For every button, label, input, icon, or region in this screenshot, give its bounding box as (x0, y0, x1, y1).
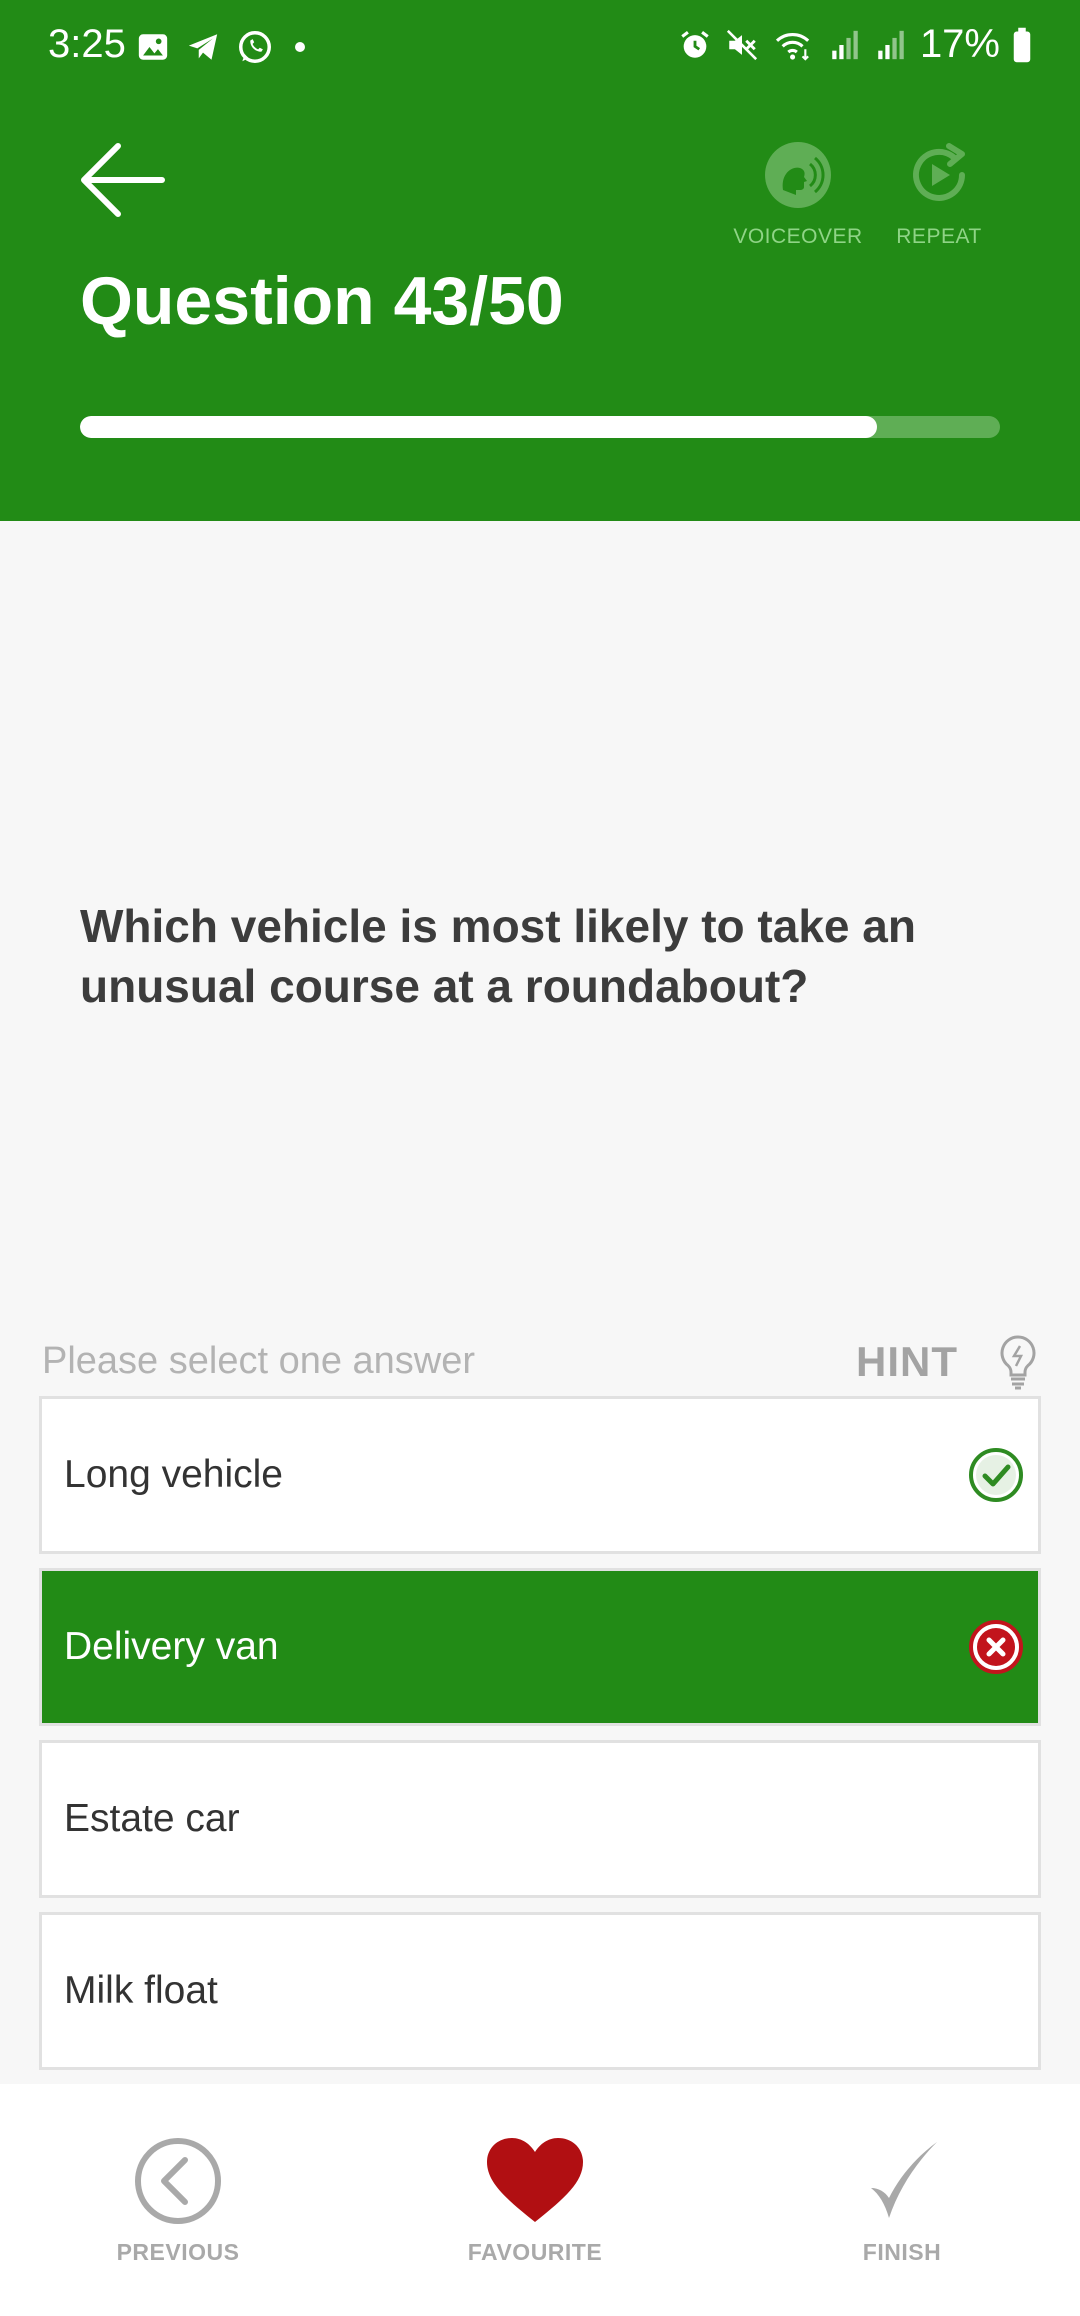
voiceover-label: VOICEOVER (733, 225, 863, 248)
favourite-label: FAVOURITE (467, 2239, 603, 2265)
select-prompt: Please select one answer (42, 1340, 476, 1382)
status-bar: 3:25 17% (0, 0, 1080, 95)
alarm-icon (681, 30, 709, 58)
answer-option-milk-float[interactable]: Milk float (39, 1912, 1041, 2070)
checkmark-icon (871, 2142, 937, 2218)
whatsapp-icon (239, 31, 271, 63)
repeat-play-icon (913, 143, 965, 201)
answer-label: Milk float (64, 1969, 218, 2012)
chevron-left-circle-icon (135, 2138, 221, 2224)
lightbulb-icon (1000, 1335, 1036, 1390)
header-bar: 3:25 17% VOICEOVER REPEAT Question 43/50 (0, 0, 1080, 521)
finish-label: FINISH (862, 2239, 942, 2265)
wrong-cross-icon (969, 1620, 1023, 1674)
repeat-label: REPEAT (896, 225, 982, 248)
answers-header: Please select one answer HINT (42, 1332, 1038, 1392)
back-button[interactable] (78, 140, 166, 220)
answer-label: Delivery van (64, 1625, 279, 1668)
question-text: Which vehicle is most likely to take an … (80, 900, 916, 1012)
battery-icon (1013, 27, 1031, 62)
back-arrow-icon (81, 143, 165, 217)
wifi-icon (775, 32, 810, 61)
bottom-nav: PREVIOUS FAVOURITE FINISH (0, 2084, 1080, 2316)
hint-button[interactable]: HINT (856, 1332, 1038, 1392)
gallery-icon (138, 34, 168, 60)
voiceover-icon (765, 142, 831, 208)
voiceover-button[interactable]: VOICEOVER (730, 140, 866, 249)
answer-option-long-vehicle[interactable]: Long vehicle (39, 1396, 1041, 1554)
signal-1-icon (832, 30, 858, 59)
correct-check-icon (969, 1448, 1023, 1502)
progress-bar (80, 416, 1000, 438)
favourite-button[interactable]: FAVOURITE (440, 2136, 630, 2266)
answer-list: Long vehicle Delivery van Estate car Mil… (39, 1396, 1041, 2084)
battery-percentage: 17% (919, 22, 1000, 66)
previous-button[interactable]: PREVIOUS (98, 2136, 258, 2266)
progress-bar-fill (80, 416, 877, 438)
status-system-icons: 17% (678, 22, 1032, 67)
answer-option-estate-car[interactable]: Estate car (39, 1740, 1041, 1898)
mute-icon (726, 29, 758, 60)
finish-button[interactable]: FINISH (822, 2136, 982, 2266)
notification-dot-icon (295, 42, 305, 52)
page-title: Question 43/50 (80, 263, 564, 339)
signal-2-icon (878, 30, 904, 59)
answer-option-delivery-van[interactable]: Delivery van (39, 1568, 1041, 1726)
hint-label: HINT (856, 1338, 958, 1385)
answer-label: Long vehicle (64, 1453, 283, 1496)
previous-label: PREVIOUS (116, 2239, 240, 2265)
answer-label: Estate car (64, 1797, 240, 1840)
status-time: 3:25 (48, 22, 126, 66)
repeat-button[interactable]: REPEAT (888, 140, 990, 249)
heart-icon (487, 2138, 583, 2222)
telegram-icon (188, 34, 218, 60)
status-notification-icons (136, 28, 312, 66)
